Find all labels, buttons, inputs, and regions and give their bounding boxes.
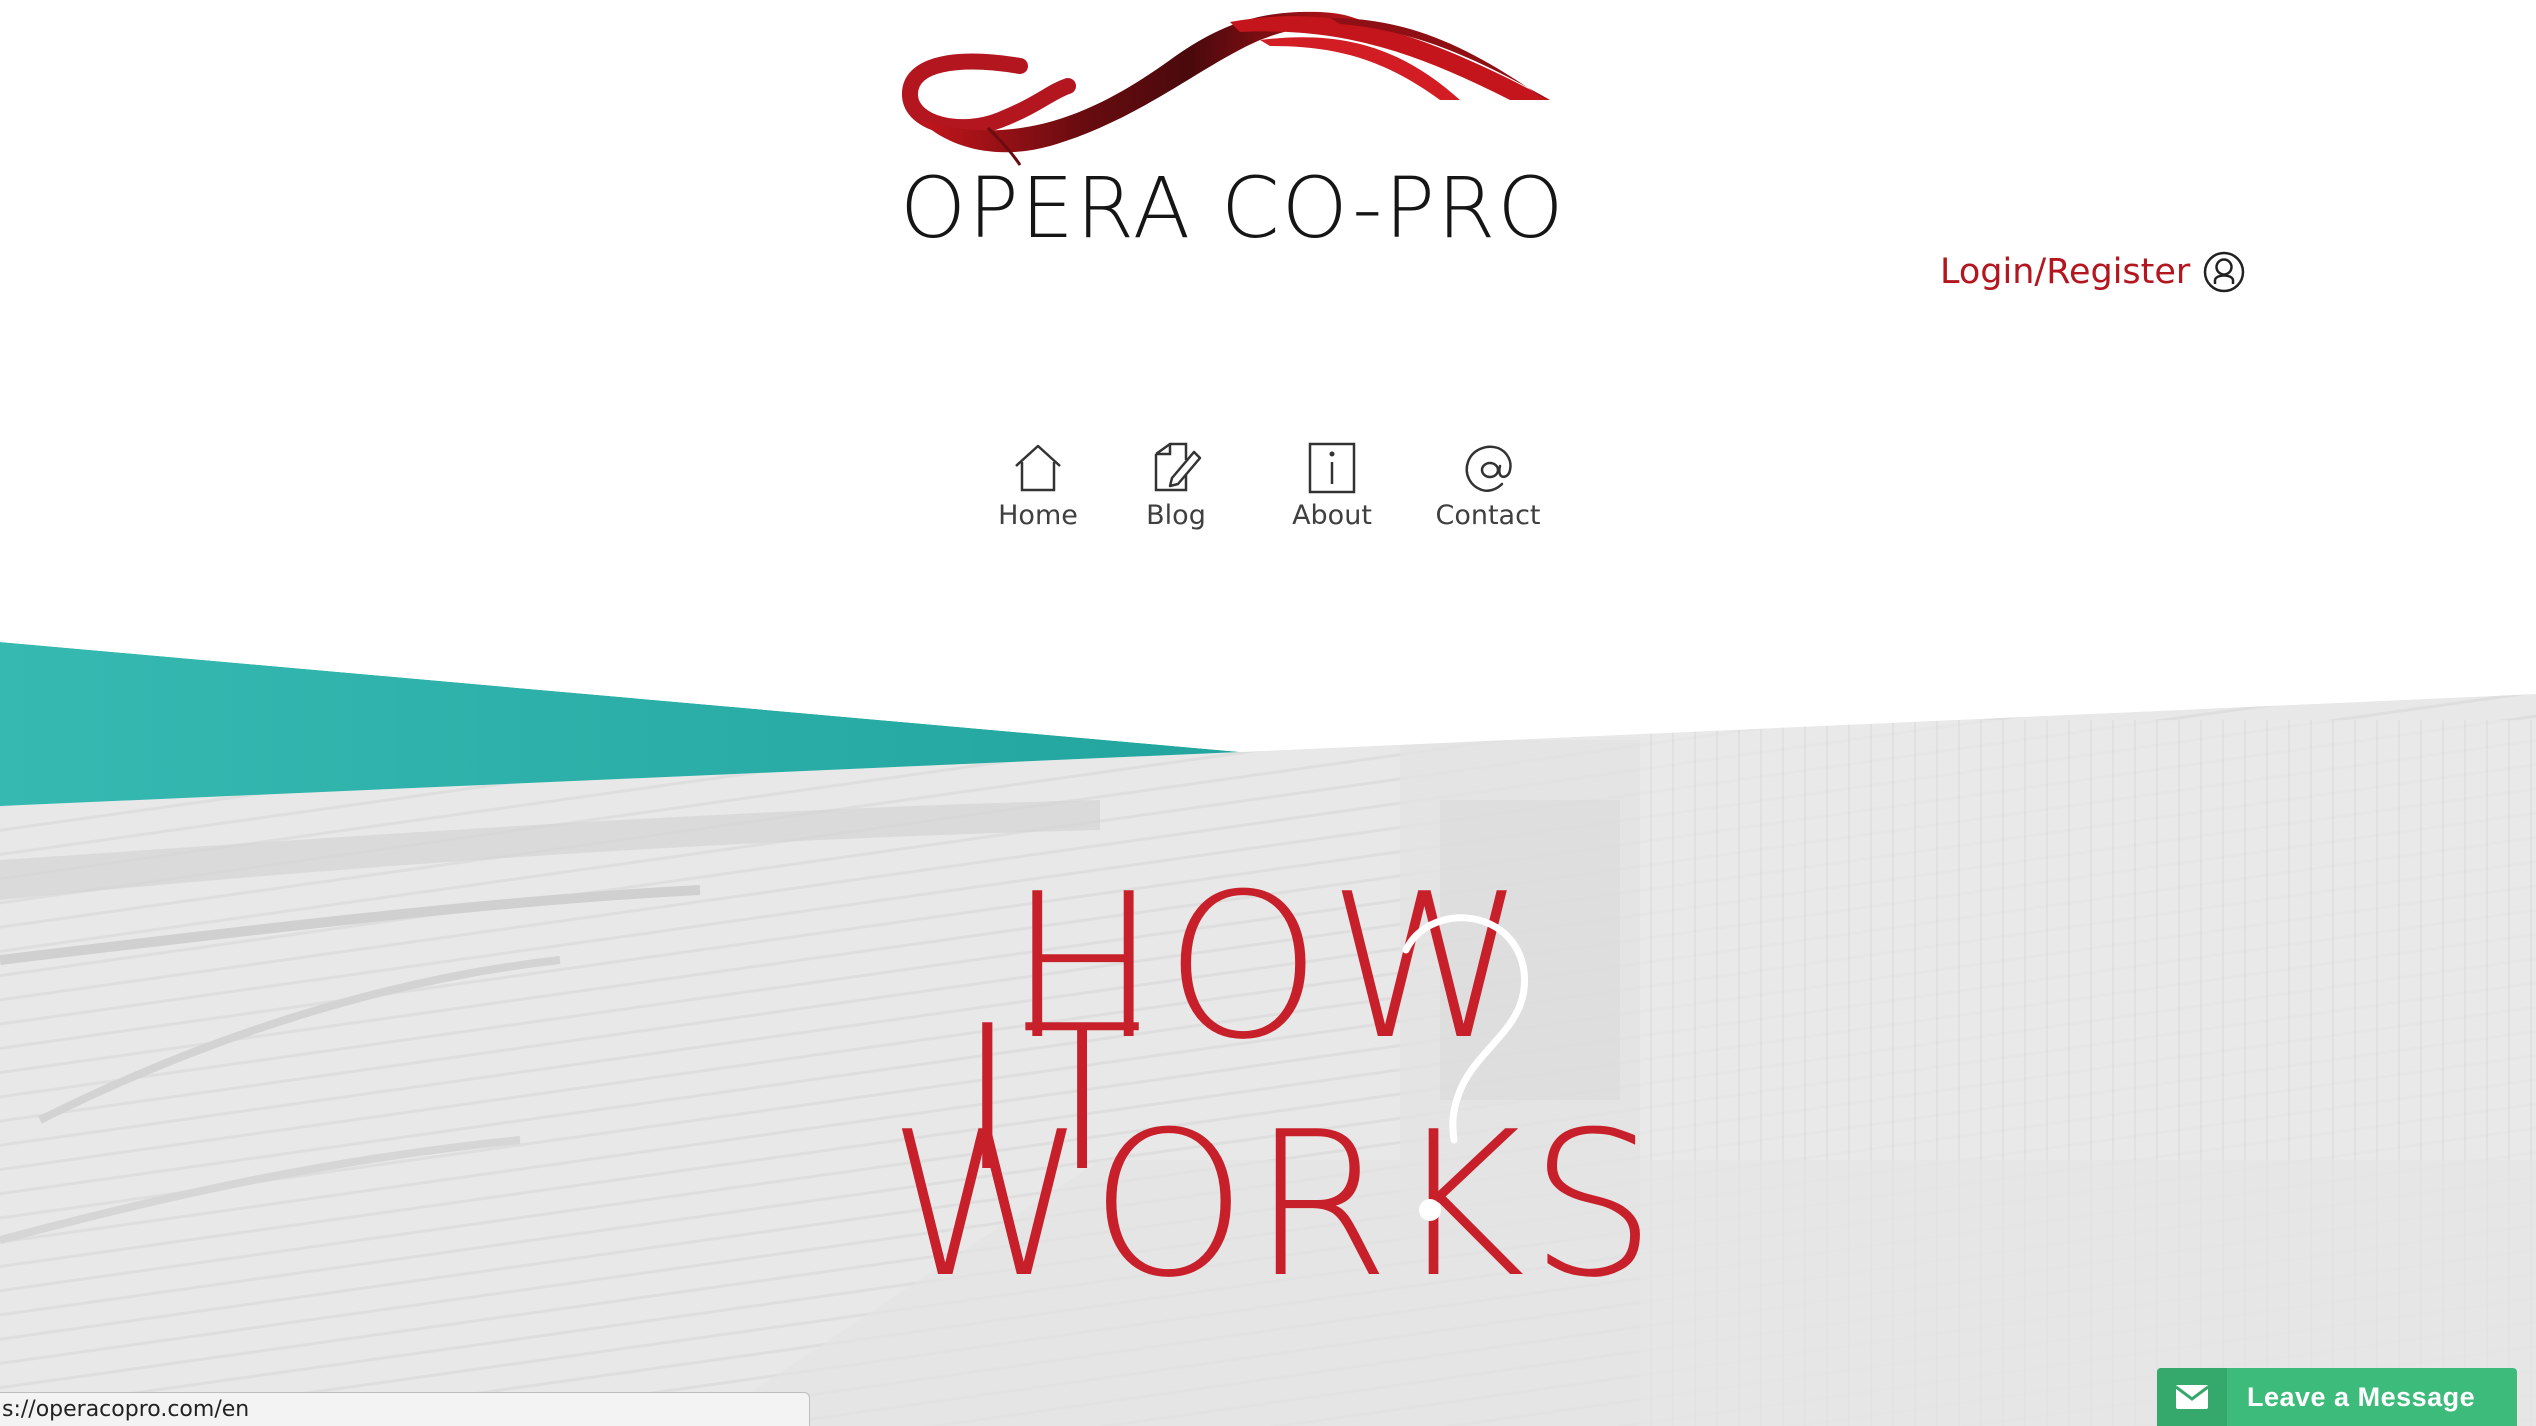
- edit-note-icon: [1154, 442, 1202, 492]
- main-nav: Home Blog About Contact: [960, 440, 1566, 531]
- nav-item-blog[interactable]: Blog: [1098, 440, 1254, 531]
- site-logo[interactable]: OPERA CO-PRO: [900, 0, 1566, 260]
- nav-label-home: Home: [998, 500, 1078, 531]
- nav-item-home[interactable]: Home: [960, 440, 1116, 531]
- envelope-icon-box: [2157, 1368, 2227, 1426]
- envelope-icon: [2175, 1385, 2209, 1409]
- login-register-label: Login/Register: [1940, 252, 2191, 292]
- nav-label-about: About: [1292, 500, 1372, 531]
- page: OPERA CO-PRO Login/Register Home Blog Ab…: [0, 0, 2536, 1426]
- nav-label-blog: Blog: [1146, 500, 1206, 531]
- ribbon-logo-mark: [902, 11, 1550, 166]
- hero-background: [0, 600, 2536, 1426]
- hero-section: HOW IT WORKS: [0, 600, 2536, 1426]
- house-icon: [1015, 444, 1061, 492]
- leave-message-label: Leave a Message: [2247, 1381, 2476, 1412]
- logo-wordmark: OPERA CO-PRO: [900, 159, 1566, 257]
- nav-item-about[interactable]: About: [1254, 440, 1410, 531]
- user-circle-icon: [2204, 251, 2245, 293]
- leave-message-button[interactable]: Leave a Message: [2157, 1368, 2517, 1426]
- nav-label-contact: Contact: [1435, 500, 1541, 531]
- login-register-link[interactable]: Login/Register: [1940, 250, 2246, 294]
- nav-item-contact[interactable]: Contact: [1410, 440, 1566, 531]
- at-sign-icon: [1465, 445, 1512, 492]
- info-icon: [1308, 442, 1356, 494]
- link-preview-status-bar: s://operacopro.com/en: [0, 1392, 810, 1426]
